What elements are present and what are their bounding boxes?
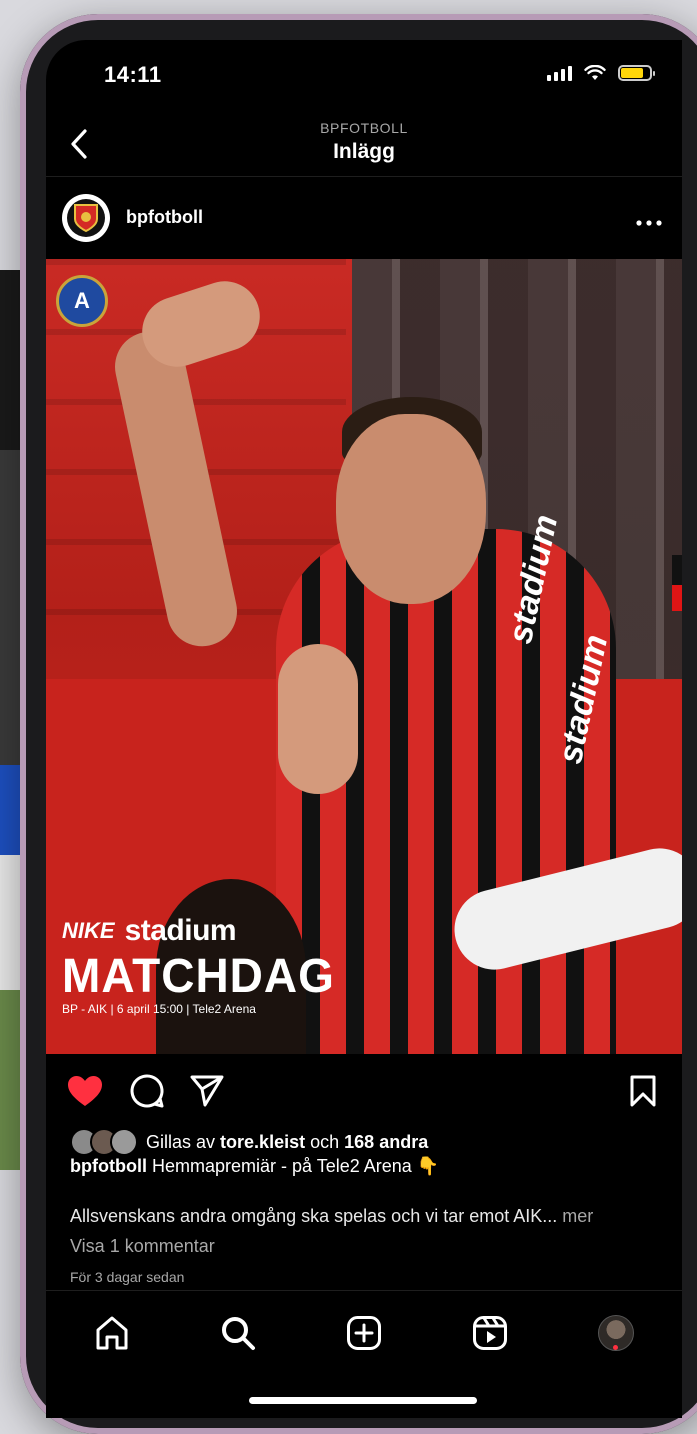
stadium-logo: stadium — [124, 914, 237, 947]
caption-text: Hemmapremiär - på Tele2 Arena — [151, 1156, 412, 1176]
likes-joiner: och — [310, 1131, 340, 1152]
more-link[interactable]: mer — [562, 1206, 593, 1226]
heart-filled-icon — [68, 1076, 102, 1106]
view-comments-link[interactable]: Visa 1 kommentar — [70, 1236, 215, 1257]
send-icon — [190, 1075, 224, 1107]
nav-account-name[interactable]: BPFOTBOLL — [46, 120, 682, 136]
instagram-screen: 14:11 BPFOTBOLL Inlägg bpfotboll stadium… — [46, 40, 682, 1418]
cellular-signal-icon — [547, 65, 572, 81]
media-scroll-track — [672, 555, 682, 585]
account-avatar[interactable] — [62, 194, 110, 242]
tab-search[interactable] — [218, 1313, 258, 1353]
liker-avatar — [110, 1128, 138, 1156]
club-crest-icon — [67, 199, 105, 237]
caption-username[interactable]: bpfotboll — [70, 1156, 147, 1176]
notification-dot — [613, 1345, 618, 1350]
tab-reels[interactable] — [470, 1313, 510, 1353]
wifi-icon — [584, 65, 606, 80]
bookmark-icon — [630, 1075, 656, 1107]
page-title: Inlägg — [333, 140, 395, 163]
status-bar: 14:11 — [46, 40, 682, 110]
post-body-text: Allsvenskans andra omgång ska spelas och… — [70, 1206, 558, 1226]
match-info: BP - AIK | 6 april 15:00 | Tele2 Arena — [62, 1002, 256, 1016]
status-time: 14:11 — [104, 62, 162, 87]
matchday-headline: MATCHDAG — [62, 947, 335, 1003]
liker-username[interactable]: tore.kleist — [220, 1132, 305, 1152]
tab-home[interactable] — [92, 1313, 132, 1353]
post-caption: bpfotboll Hemmapremiär - på Tele2 Arena … — [70, 1156, 662, 1177]
search-icon — [222, 1317, 255, 1350]
battery-icon — [618, 65, 655, 81]
league-crest-icon: A — [56, 275, 108, 327]
more-options-button[interactable] — [636, 206, 662, 232]
home-indicator[interactable] — [249, 1397, 477, 1404]
post-image[interactable]: stadium stadium A NIKE stadium MATCHDAG … — [46, 259, 682, 1054]
post-header: bpfotboll — [46, 180, 682, 258]
battery-level — [621, 68, 644, 78]
media-scroll-indicator — [672, 585, 682, 611]
comment-button[interactable] — [128, 1072, 166, 1110]
sponsor-logos: NIKE stadium — [62, 914, 302, 948]
likes-row[interactable]: Gillas av tore.kleist och 168 andra — [70, 1128, 428, 1156]
matchday-promo: NIKE stadium MATCHDAG BP - AIK | 6 april… — [62, 914, 335, 1016]
likes-summary: Gillas av tore.kleist och 168 andra — [146, 1132, 428, 1153]
post-body: Allsvenskans andra omgång ska spelas och… — [70, 1206, 662, 1227]
reels-icon — [473, 1316, 507, 1350]
top-nav: BPFOTBOLL Inlägg — [46, 110, 682, 177]
likes-others-count[interactable]: 168 andra — [344, 1132, 428, 1152]
tab-create[interactable] — [344, 1313, 384, 1353]
nike-logo: NIKE — [62, 918, 115, 943]
likes-prefix: Gillas av — [146, 1131, 216, 1152]
post-timestamp: För 3 dagar sedan — [70, 1269, 185, 1285]
save-button[interactable] — [624, 1072, 662, 1110]
share-button[interactable] — [188, 1072, 226, 1110]
create-icon — [347, 1316, 381, 1350]
comment-icon — [130, 1074, 164, 1108]
home-icon — [96, 1316, 128, 1350]
player-face — [336, 414, 486, 604]
like-button[interactable] — [66, 1072, 104, 1110]
post-username[interactable]: bpfotboll — [126, 207, 203, 228]
post-actions — [46, 1064, 682, 1120]
status-icons — [547, 65, 655, 81]
caption-emoji: 👇 — [416, 1156, 440, 1176]
background-app — [0, 270, 22, 1170]
player-second-hand — [278, 644, 358, 794]
ellipsis-icon — [636, 220, 662, 226]
